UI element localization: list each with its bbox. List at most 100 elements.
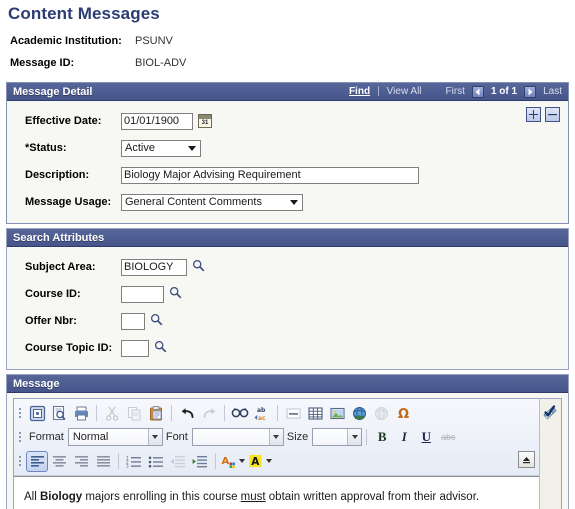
field-row-course-id: Course ID: <box>7 283 568 305</box>
toolbar-grip[interactable] <box>18 405 24 421</box>
image-icon[interactable] <box>326 403 348 424</box>
align-right-icon[interactable] <box>70 451 92 472</box>
last-link[interactable]: Last <box>543 83 562 101</box>
course-id-input[interactable] <box>121 285 164 303</box>
strikethrough-icon[interactable]: abc <box>437 427 459 448</box>
next-row-button[interactable] <box>524 85 537 98</box>
academic-institution-value: PSUNV <box>135 35 173 47</box>
message-usage-dropdown[interactable]: General Content Comments <box>121 193 303 211</box>
field-row-course-topic-id: Course Topic ID: <box>7 337 568 359</box>
format-dropdown[interactable]: Normal <box>67 428 163 446</box>
description-input[interactable] <box>121 166 419 184</box>
key-fields: Academic Institution: PSUNV Message ID: … <box>0 24 575 78</box>
field-row-subject-area: Subject Area: <box>7 256 568 278</box>
field-row-status: *Status: Active <box>7 137 568 159</box>
body-text-bold: Biology <box>39 491 83 503</box>
indent-icon[interactable] <box>189 451 211 472</box>
toolbar-separator <box>96 405 97 421</box>
spell-check-icon[interactable] <box>542 404 559 509</box>
cut-icon[interactable] <box>101 403 123 424</box>
message-detail-header: Message Detail Find | View All First 1 o… <box>7 83 568 101</box>
outdent-icon[interactable] <box>167 451 189 472</box>
toolbar-separator <box>366 429 368 445</box>
toolbar-separator <box>215 453 216 469</box>
svg-text:Ω: Ω <box>398 407 409 422</box>
course-topic-id-lookup-icon[interactable] <box>154 340 167 356</box>
undo-icon[interactable] <box>176 403 198 424</box>
underline-icon[interactable]: U <box>415 427 437 448</box>
svg-text:A: A <box>222 456 230 467</box>
align-center-icon[interactable] <box>48 451 70 472</box>
horizontal-rule-icon[interactable] <box>282 403 304 424</box>
print-icon[interactable] <box>70 403 92 424</box>
view-all-link[interactable]: View All <box>387 83 422 101</box>
rich-text-editor-wrapper: ab ac Ω Format Normal Font Size B I U ab… <box>7 393 568 509</box>
previous-row-button[interactable] <box>471 85 484 98</box>
align-justify-icon[interactable] <box>92 451 114 472</box>
subject-area-input[interactable] <box>121 258 187 276</box>
body-text-part3: obtain written approval from their advis… <box>265 491 480 503</box>
effective-date-input[interactable] <box>121 112 193 130</box>
page-title: Content Messages <box>8 4 160 23</box>
search-attributes-body: Subject Area: Course ID: Offer Nbr: Cour… <box>7 247 568 369</box>
source-icon[interactable] <box>26 403 48 424</box>
rich-text-editor: ab ac Ω Format Normal Font Size B I U ab… <box>13 398 562 509</box>
course-topic-id-label: Course Topic ID: <box>25 342 113 354</box>
find-link[interactable]: Find <box>349 83 370 101</box>
toolbar-grip[interactable] <box>18 429 24 445</box>
paste-icon[interactable] <box>145 403 167 424</box>
link-icon[interactable] <box>348 403 370 424</box>
unlink-icon[interactable] <box>370 403 392 424</box>
message-id-value: BIOL-ADV <box>135 57 187 69</box>
collapse-toolbar-button[interactable] <box>518 451 535 468</box>
text-color-chevron-down-icon[interactable] <box>239 459 245 463</box>
svg-text:ab: ab <box>257 407 266 414</box>
toolbar-grip[interactable] <box>18 453 24 469</box>
text-color-icon[interactable]: A <box>220 451 238 472</box>
replace-icon[interactable]: ab ac <box>251 403 273 424</box>
nav-separator: | <box>377 85 380 97</box>
svg-text:ac: ac <box>258 415 266 422</box>
font-dropdown[interactable] <box>191 428 284 446</box>
subject-area-label: Subject Area: <box>25 261 96 273</box>
background-color-icon[interactable]: A <box>247 451 265 472</box>
bulleted-list-icon[interactable] <box>145 451 167 472</box>
preview-icon[interactable] <box>48 403 70 424</box>
calendar-icon[interactable]: 31 <box>198 114 212 128</box>
format-label: Format <box>29 431 64 443</box>
add-row-button[interactable] <box>526 107 541 122</box>
numbered-list-icon[interactable]: 123 <box>123 451 145 472</box>
field-row-message-usage: Message Usage: General Content Comments <box>7 191 568 213</box>
size-dropdown[interactable] <box>312 428 363 446</box>
status-label: *Status: <box>25 142 67 154</box>
redo-icon[interactable] <box>198 403 220 424</box>
body-text-part1: All <box>24 491 40 503</box>
message-header: Message <box>7 375 568 393</box>
chevron-down-icon <box>290 200 298 205</box>
course-topic-id-input[interactable] <box>121 339 149 357</box>
align-left-icon[interactable] <box>26 450 48 472</box>
offer-nbr-input[interactable] <box>121 312 145 330</box>
toolbar-separator <box>118 453 119 469</box>
italic-icon[interactable]: I <box>393 427 415 448</box>
course-id-lookup-icon[interactable] <box>169 286 182 302</box>
key-field-academic-institution: Academic Institution: PSUNV <box>10 32 575 50</box>
first-link[interactable]: First <box>446 83 465 101</box>
special-character-icon[interactable]: Ω <box>392 403 414 424</box>
font-label: Font <box>165 431 188 443</box>
toolbar-separator <box>277 405 278 421</box>
status-dropdown[interactable]: Active <box>121 139 201 157</box>
chevron-down-icon <box>147 429 162 445</box>
toolbar-row-1: ab ac Ω <box>14 401 539 425</box>
bold-icon[interactable]: B <box>371 427 393 448</box>
offer-nbr-label: Offer Nbr: <box>25 315 77 327</box>
delete-row-button[interactable] <box>545 107 560 122</box>
table-icon[interactable] <box>304 403 326 424</box>
message-group: Message ab ac Ω Format Normal Font Size … <box>6 374 569 509</box>
background-color-chevron-down-icon[interactable] <box>266 459 272 463</box>
message-body-editable[interactable]: All Biology majors enrolling in this cou… <box>14 476 539 509</box>
subject-area-lookup-icon[interactable] <box>192 259 205 275</box>
find-icon[interactable] <box>229 403 251 424</box>
copy-icon[interactable] <box>123 403 145 424</box>
offer-nbr-lookup-icon[interactable] <box>150 313 163 329</box>
